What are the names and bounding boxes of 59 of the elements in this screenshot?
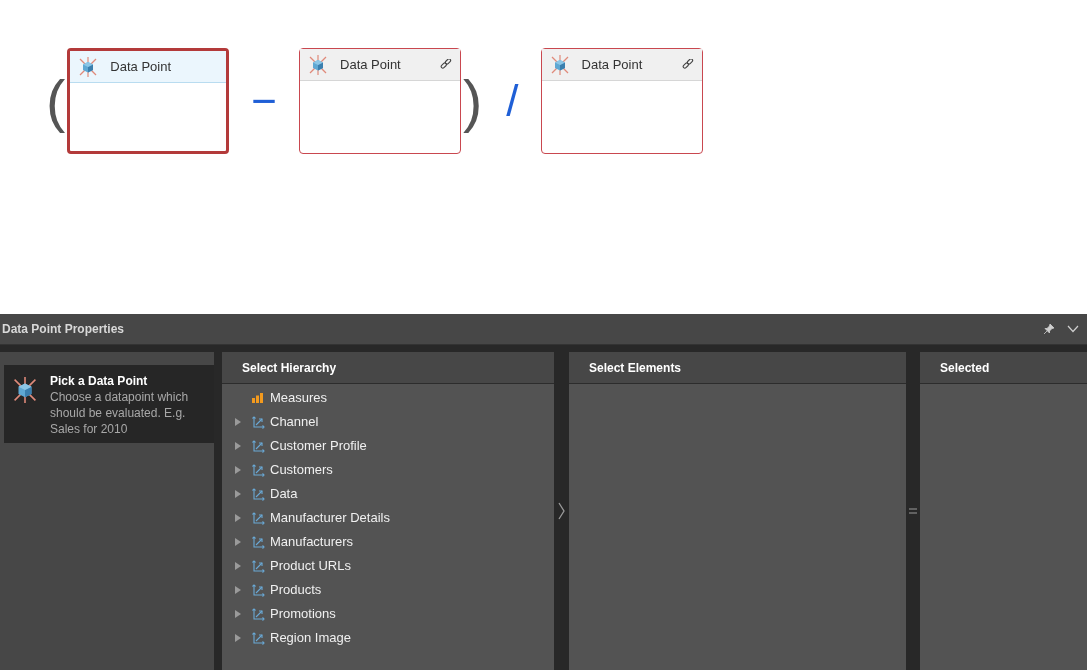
axis-chart-icon: [252, 607, 265, 621]
axis-chart-icon: [252, 535, 265, 549]
expand-arrow-icon[interactable]: [233, 610, 241, 618]
step-description: Choose a datapoint which should be evaluated. E.g. Sales for 2010: [50, 389, 190, 437]
data-point-card[interactable]: Data Point: [540, 48, 703, 154]
data-point-card[interactable]: Data Point: [67, 48, 230, 154]
step-item[interactable]: Pick a Data Point Choose a datapoint which should be evaluated. E.g. Sales for 2010: [4, 365, 214, 443]
chevron-right-icon[interactable]: [558, 502, 565, 520]
step-title: Pick a Data Point: [50, 373, 149, 389]
hierarchy-item[interactable]: Manufacturers: [222, 530, 554, 554]
column-heading: Select Elements: [589, 359, 682, 377]
chevron-down-icon[interactable]: [1067, 325, 1079, 333]
column-heading: Selected: [940, 359, 990, 377]
expand-arrow-icon[interactable]: [233, 586, 241, 594]
hierarchy-item[interactable]: Products: [222, 578, 554, 602]
expand-arrow-icon[interactable]: [233, 418, 241, 426]
parenthesis: (: [45, 67, 67, 135]
column-heading: Select Hierarchy: [242, 359, 337, 377]
equals-icon: [909, 508, 917, 514]
cube-icon: [12, 377, 38, 403]
link-icon[interactable]: [440, 58, 453, 71]
parenthesis: ): [462, 67, 484, 135]
bar-chart-icon: [252, 393, 264, 403]
axis-chart-icon: [252, 511, 265, 525]
link-icon[interactable]: [681, 58, 694, 71]
expand-arrow-icon[interactable]: [233, 514, 241, 522]
hierarchy-item[interactable]: Customers: [222, 458, 554, 482]
cube-icon: [308, 54, 329, 75]
panel-title: Data Point Properties: [2, 321, 126, 338]
card-title: Data Point: [581, 55, 644, 74]
operator-symbol[interactable]: /: [484, 48, 541, 154]
hierarchy-item[interactable]: Manufacturer Details: [222, 506, 554, 530]
hierarchy-item[interactable]: Product URLs: [222, 554, 554, 578]
axis-chart-icon: [252, 439, 265, 453]
hierarchy-item[interactable]: Promotions: [222, 602, 554, 626]
axis-chart-icon: [252, 487, 265, 501]
card-title: Data Point: [110, 57, 173, 76]
data-point-card[interactable]: Data Point: [299, 48, 462, 154]
expand-arrow-icon[interactable]: [233, 442, 241, 450]
cube-icon: [549, 54, 570, 75]
cube-icon: [78, 56, 99, 77]
axis-chart-icon: [252, 463, 265, 477]
card-title: Data Point: [340, 55, 402, 74]
axis-chart-icon: [252, 583, 265, 597]
axis-chart-icon: [252, 559, 265, 573]
hierarchy-item[interactable]: Channel: [222, 410, 554, 434]
expand-arrow-icon[interactable]: [233, 538, 241, 546]
expand-arrow-icon[interactable]: [233, 490, 241, 498]
axis-chart-icon: [252, 415, 265, 429]
hierarchy-item[interactable]: Region Image: [222, 626, 554, 650]
hierarchy-item[interactable]: Measures: [222, 386, 554, 410]
hierarchy-item[interactable]: Data: [222, 482, 554, 506]
operator-symbol[interactable]: −: [229, 48, 300, 154]
axis-chart-icon: [252, 631, 265, 645]
expand-arrow-icon[interactable]: [233, 634, 241, 642]
expand-arrow-icon[interactable]: [233, 466, 241, 474]
expand-arrow-icon[interactable]: [233, 562, 241, 570]
hierarchy-item[interactable]: Customer Profile: [222, 434, 554, 458]
pin-icon[interactable]: [1043, 323, 1055, 335]
